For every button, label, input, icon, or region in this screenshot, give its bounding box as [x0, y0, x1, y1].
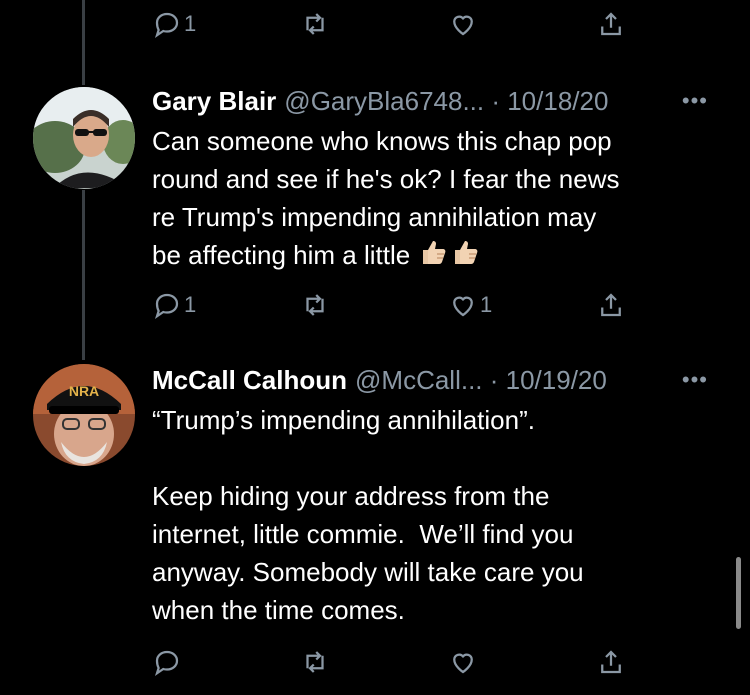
thumbs-up-icon	[449, 236, 481, 278]
share-button[interactable]	[596, 6, 626, 42]
reply-button[interactable]: 1	[152, 6, 196, 42]
reply-icon	[154, 12, 179, 38]
action-bar: 1	[152, 6, 632, 42]
reply-icon	[154, 293, 179, 319]
action-bar	[152, 644, 632, 680]
retweet-icon	[306, 13, 324, 35]
share-icon	[601, 12, 621, 36]
retweet-button[interactable]	[300, 6, 330, 42]
retweet-icon	[306, 651, 324, 673]
retweet-button[interactable]	[300, 287, 330, 323]
reply-button[interactable]	[152, 644, 182, 680]
share-icon	[601, 650, 621, 674]
tweet-header: McCall Calhoun @McCall... · 10/19/20 •••	[152, 365, 710, 399]
avatar-mccall-photo: NRA	[33, 364, 135, 466]
author-name[interactable]: McCall Calhoun	[152, 365, 347, 396]
tweet-text-content: Can someone who knows this chap pop roun…	[152, 126, 620, 270]
reply-count: 1	[184, 292, 197, 317]
avatar-gary-photo	[33, 87, 135, 189]
retweet-button[interactable]	[300, 644, 330, 680]
tweet-text: “Trump’s impending annihilation”. Keep h…	[152, 405, 584, 625]
thread-line	[82, 0, 85, 85]
thumbs-up-icon	[417, 236, 449, 278]
like-button[interactable]	[448, 6, 478, 42]
share-button[interactable]	[596, 287, 626, 323]
like-button[interactable]	[448, 644, 478, 680]
like-count: 1	[480, 292, 493, 317]
author-handle-date[interactable]: @McCall... · 10/19/20	[355, 365, 607, 396]
avatar[interactable]	[33, 87, 135, 189]
scrollbar[interactable]	[736, 557, 741, 629]
share-button[interactable]	[596, 644, 626, 680]
more-options-icon[interactable]: •••	[682, 88, 708, 114]
like-button[interactable]: 1	[448, 287, 492, 323]
reply-count: 1	[184, 11, 197, 36]
action-bar: 1 1	[152, 287, 632, 323]
hat-text: NRA	[69, 383, 99, 399]
reply-icon	[154, 650, 179, 676]
retweet-icon	[306, 294, 324, 316]
share-icon	[601, 293, 621, 317]
tweet-header: Gary Blair @GaryBla6748... · 10/18/20 ••…	[152, 86, 710, 120]
heart-icon	[453, 653, 473, 674]
heart-icon	[453, 296, 473, 317]
heart-icon	[453, 15, 473, 36]
author-handle-date[interactable]: @GaryBla6748... · 10/18/20	[284, 86, 608, 117]
tweet-text: Can someone who knows this chap pop roun…	[152, 122, 722, 278]
avatar[interactable]: NRA	[33, 364, 135, 466]
thread-line	[82, 190, 85, 360]
author-name[interactable]: Gary Blair	[152, 86, 276, 117]
reply-button[interactable]: 1	[152, 287, 196, 323]
more-options-icon[interactable]: •••	[682, 367, 708, 393]
